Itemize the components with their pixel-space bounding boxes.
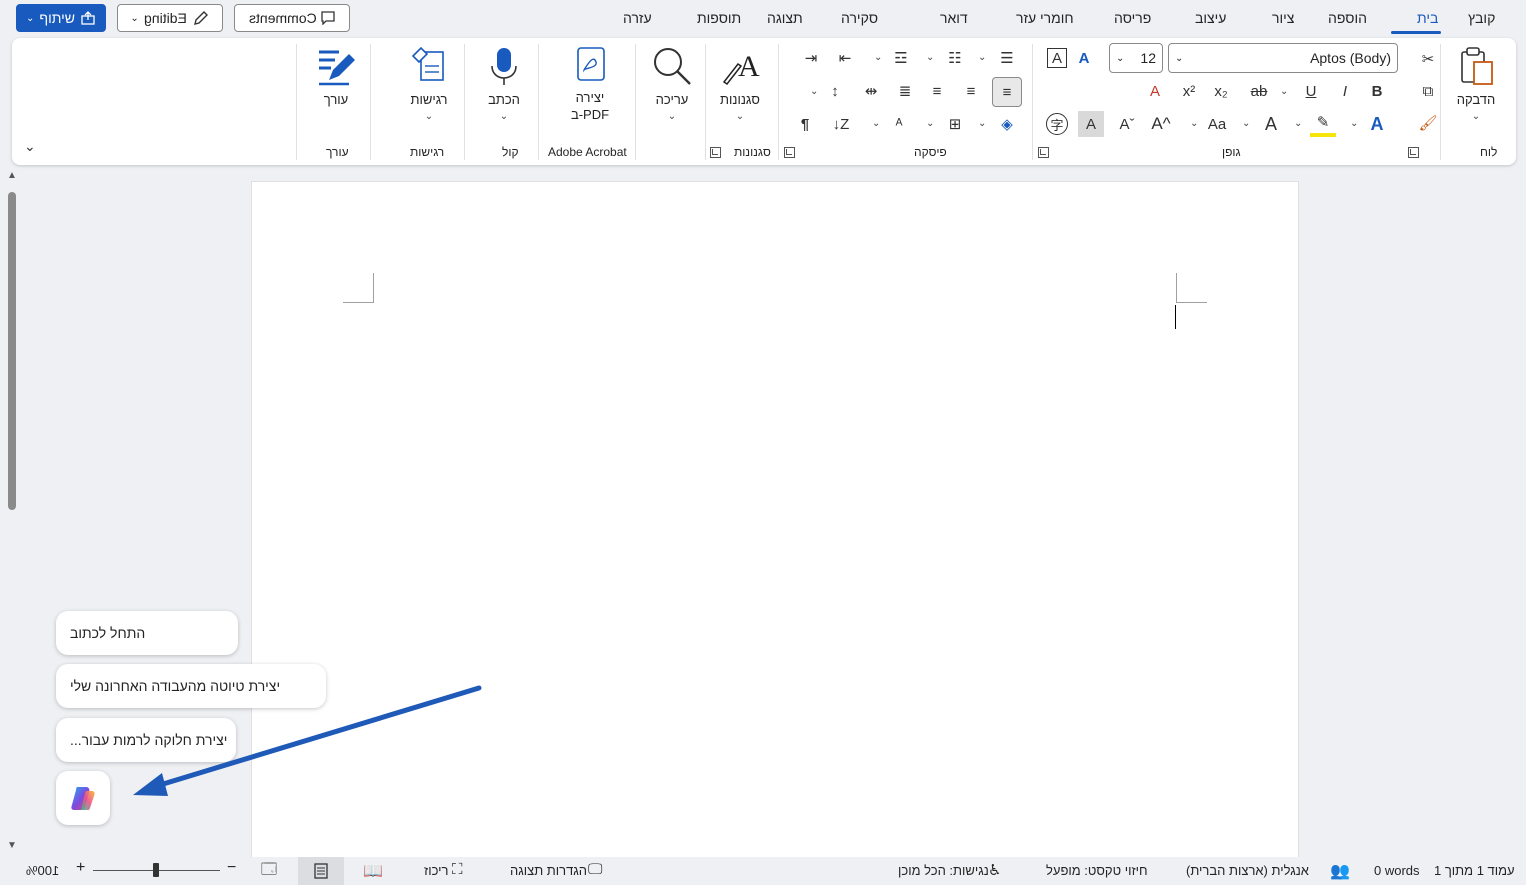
page-count[interactable]: עמוד 1 מתוך 1: [1434, 863, 1515, 878]
language-status[interactable]: אנגלית (ארצות הברית): [1186, 863, 1309, 878]
status-bar: עמוד 1 מתוך 1 0 words 👥 אנגלית (ארצות הב…: [0, 857, 1526, 885]
annotation-arrow: [133, 685, 482, 796]
text-prediction-status[interactable]: חיזוי טקסט: מופעל: [1046, 863, 1148, 878]
web-layout-icon: 🗔: [260, 860, 278, 878]
display-settings-icon: 🖵: [588, 861, 603, 878]
collaborators-icon[interactable]: 👥: [1330, 861, 1350, 881]
zoom-slider-thumb[interactable]: [153, 863, 159, 877]
read-mode-view-button[interactable]: 📖: [350, 857, 396, 885]
page-icon: [314, 863, 328, 879]
print-layout-view-button[interactable]: [298, 857, 344, 885]
zoom-level[interactable]: 100%: [26, 863, 59, 878]
word-count[interactable]: 0 words: [1374, 863, 1420, 878]
book-icon: 📖: [363, 863, 383, 880]
web-layout-view-button[interactable]: 🗔: [246, 857, 292, 885]
accessibility-icon: ♿: [988, 862, 1002, 879]
zoom-in-icon[interactable]: +: [76, 859, 85, 877]
zoom-out-icon[interactable]: −: [227, 859, 236, 877]
focus-mode[interactable]: ריכוז: [424, 863, 448, 878]
accessibility-status[interactable]: נגישות: הכל מוכן: [898, 863, 989, 878]
display-settings[interactable]: הגדרות תצוגה: [510, 863, 587, 878]
focus-icon: ⛶: [452, 861, 463, 878]
